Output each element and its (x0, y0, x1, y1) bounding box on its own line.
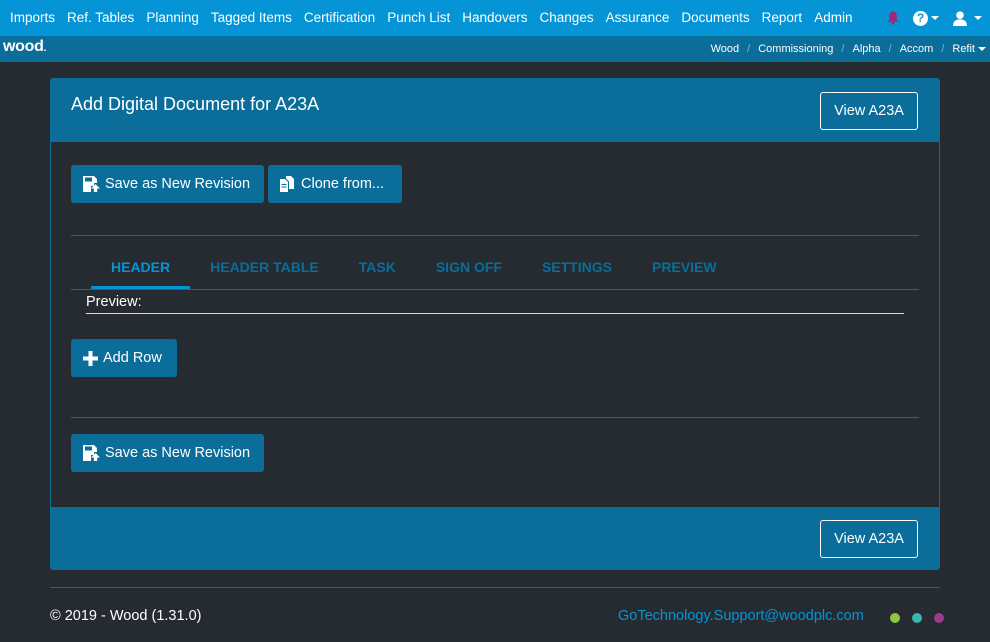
status-dot-green (890, 613, 900, 623)
top-nav: Imports Ref. Tables Planning Tagged Item… (0, 0, 990, 36)
save-new-revision-button[interactable]: Save as New Revision (71, 165, 264, 203)
nav-item-tagged-items[interactable]: Tagged Items (205, 0, 298, 36)
panel-header: Add Digital Document for A23A View A23A (51, 79, 939, 142)
status-dot-purple (934, 613, 944, 623)
logo-dot: . (43, 43, 47, 54)
status-dot-teal (912, 613, 922, 623)
breadcrumb-wood[interactable]: Wood (711, 43, 740, 55)
breadcrumb-alpha[interactable]: Alpha (852, 43, 880, 55)
view-a23a-button-bottom[interactable]: View A23A (820, 520, 918, 558)
preview-underline (86, 313, 904, 314)
nav-item-changes[interactable]: Changes (534, 0, 600, 36)
status-dots (890, 613, 956, 623)
user-icon (953, 10, 967, 26)
help-menu[interactable]: ? (913, 10, 939, 26)
chevron-down-icon (974, 16, 982, 20)
nav-item-punch-list[interactable]: Punch List (381, 0, 456, 36)
add-row-label: Add Row (103, 350, 162, 366)
save-icon (83, 176, 100, 192)
panel-footer: View A23A (51, 507, 939, 569)
nav-item-assurance[interactable]: Assurance (600, 0, 676, 36)
nav-item-admin[interactable]: Admin (808, 0, 858, 36)
nav-item-documents[interactable]: Documents (675, 0, 755, 36)
divider (71, 417, 919, 418)
clone-from-label: Clone from... (301, 176, 384, 192)
bell-icon[interactable] (887, 11, 899, 25)
logo[interactable]: wood. (3, 38, 46, 56)
tab-header-table[interactable]: HEADER TABLE (190, 247, 339, 289)
save-new-revision-button-bottom[interactable]: Save as New Revision (71, 434, 264, 472)
breadcrumb-separator: / (941, 43, 945, 55)
tab-settings[interactable]: SETTINGS (522, 247, 632, 289)
context-bar: wood. Wood / Commissioning / Alpha / Acc… (0, 36, 990, 62)
divider (71, 235, 919, 236)
logo-text: wood (3, 38, 44, 55)
clone-from-button[interactable]: Clone from... (268, 165, 402, 203)
breadcrumb-commissioning[interactable]: Commissioning (758, 43, 833, 55)
question-circle-icon: ? (913, 10, 928, 26)
nav-right-tools: ? (887, 0, 990, 36)
tab-bar: HEADER HEADER TABLE TASK SIGN OFF SETTIN… (91, 247, 737, 289)
chevron-down-icon[interactable] (978, 47, 986, 51)
main-menu: Imports Ref. Tables Planning Tagged Item… (0, 0, 858, 36)
tab-task[interactable]: TASK (339, 247, 416, 289)
copyright-text: © 2019 - Wood (1.31.0) (50, 608, 202, 624)
breadcrumb-accom[interactable]: Accom (900, 43, 934, 55)
preview-label: Preview: (86, 294, 142, 310)
nav-item-planning[interactable]: Planning (140, 0, 205, 36)
save-icon (83, 445, 100, 461)
breadcrumb: Wood / Commissioning / Alpha / Accom / R… (711, 36, 986, 62)
nav-item-report[interactable]: Report (756, 0, 809, 36)
breadcrumb-separator: / (888, 43, 892, 55)
nav-item-ref-tables[interactable]: Ref. Tables (61, 0, 140, 36)
nav-item-imports[interactable]: Imports (4, 0, 61, 36)
document-panel: Add Digital Document for A23A View A23A … (50, 78, 940, 570)
tab-header[interactable]: HEADER (91, 247, 191, 289)
page-title: Add Digital Document for A23A (71, 94, 320, 114)
chevron-down-icon (931, 16, 939, 20)
support-email-link[interactable]: GoTechnology.Support@woodplc.com (618, 608, 864, 624)
copy-icon (280, 176, 294, 192)
breadcrumb-separator: / (841, 43, 845, 55)
breadcrumb-separator: / (747, 43, 751, 55)
nav-item-handovers[interactable]: Handovers (456, 0, 533, 36)
tab-preview[interactable]: PREVIEW (632, 247, 737, 289)
divider (71, 289, 919, 290)
footer-divider (50, 587, 940, 588)
tab-sign-off[interactable]: SIGN OFF (416, 247, 522, 289)
add-row-button[interactable]: Add Row (71, 339, 177, 377)
save-new-revision-label: Save as New Revision (105, 176, 251, 192)
view-a23a-button[interactable]: View A23A (820, 92, 918, 130)
plus-icon (83, 350, 98, 366)
nav-item-certification[interactable]: Certification (298, 0, 381, 36)
breadcrumb-refit[interactable]: Refit (952, 43, 975, 55)
save-new-revision-label: Save as New Revision (105, 445, 251, 461)
user-menu[interactable] (953, 10, 982, 26)
